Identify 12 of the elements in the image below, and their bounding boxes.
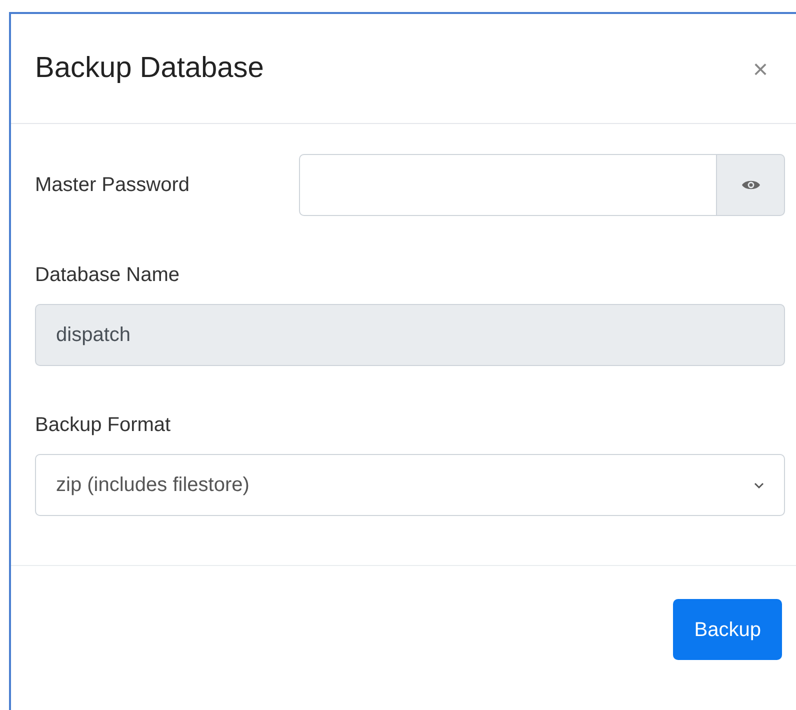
format-select[interactable]: zip (includes filestore) [35, 454, 785, 516]
password-field[interactable] [299, 154, 717, 216]
modal-title: Backup Database [35, 50, 264, 86]
selected-option: zip (includes filestore) [56, 470, 250, 500]
backup-button[interactable]: Backup [673, 599, 782, 660]
eye-icon [740, 178, 760, 192]
show-password-button[interactable] [717, 154, 785, 216]
chevron-down-icon [754, 482, 764, 488]
field-label: Master Password [35, 173, 190, 198]
field-label: Backup Format [35, 413, 172, 438]
field-label: Database Name [35, 263, 181, 288]
close-button[interactable]: × [752, 56, 768, 82]
